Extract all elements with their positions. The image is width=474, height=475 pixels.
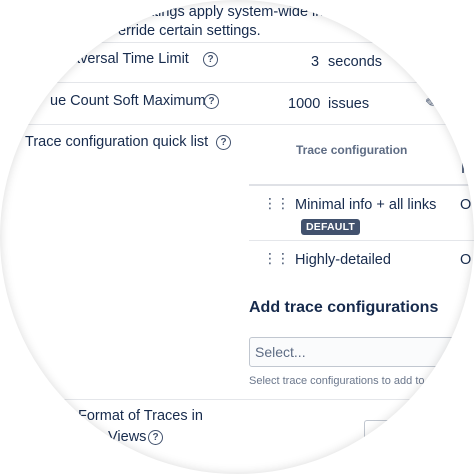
trace-config-name: Minimal info + all links xyxy=(295,197,437,213)
drag-handle-icon[interactable]: ⋮⋮ xyxy=(263,196,290,210)
format-of-traces-label-2: Views xyxy=(108,429,147,445)
divider xyxy=(40,82,474,83)
table-row[interactable]: ⋮⋮ Highly-detailed O xyxy=(249,241,474,281)
trace-config-select[interactable]: Select... xyxy=(249,337,474,367)
trace-config-trailing: O xyxy=(460,197,472,213)
help-icon[interactable]: ? xyxy=(203,52,218,67)
traversal-time-limit-value: 3 xyxy=(311,54,320,70)
add-trace-configurations-heading: Add trace configurations xyxy=(249,299,439,316)
intro-line-2: erride certain settings. xyxy=(118,23,261,39)
divider xyxy=(70,42,474,43)
help-icon[interactable]: ? xyxy=(148,430,163,445)
trace-quick-list-label: Trace configuration quick list xyxy=(25,134,209,150)
traversal-time-limit-label: aversal Time Limit xyxy=(72,51,189,67)
issue-count-soft-maximum-value: 1000 xyxy=(288,96,321,112)
table-row[interactable]: ⋮⋮ Minimal info + all links DEFAULT O xyxy=(249,186,474,240)
trace-table-header: Trace configuration xyxy=(296,143,408,157)
divider xyxy=(40,399,474,400)
select-placeholder: Select... xyxy=(255,344,306,360)
issue-count-soft-maximum-unit: issues xyxy=(328,96,370,112)
divider xyxy=(24,124,474,125)
settings-panel: ettings apply system-wide in erride cert… xyxy=(0,0,474,475)
format-of-traces-label: Format of Traces in xyxy=(78,408,203,424)
trace-config-trailing: O xyxy=(460,252,472,268)
traversal-time-limit-unit: seconds xyxy=(328,54,383,70)
format-select[interactable] xyxy=(364,420,474,475)
select-hint: Select trace configurations to add to xyxy=(249,375,425,387)
help-icon[interactable]: ? xyxy=(216,135,231,150)
help-icon[interactable]: ? xyxy=(204,94,219,109)
column-resize-handle[interactable] xyxy=(462,163,464,173)
edit-pencil-icon[interactable]: ✎ xyxy=(425,96,435,110)
default-badge: DEFAULT xyxy=(301,219,361,235)
trace-config-name: Highly-detailed xyxy=(295,252,391,268)
drag-handle-icon[interactable]: ⋮⋮ xyxy=(263,251,290,265)
intro-line-1: ettings apply system-wide in xyxy=(142,4,324,20)
issue-count-soft-maximum-label: ue Count Soft Maximum xyxy=(50,93,206,109)
